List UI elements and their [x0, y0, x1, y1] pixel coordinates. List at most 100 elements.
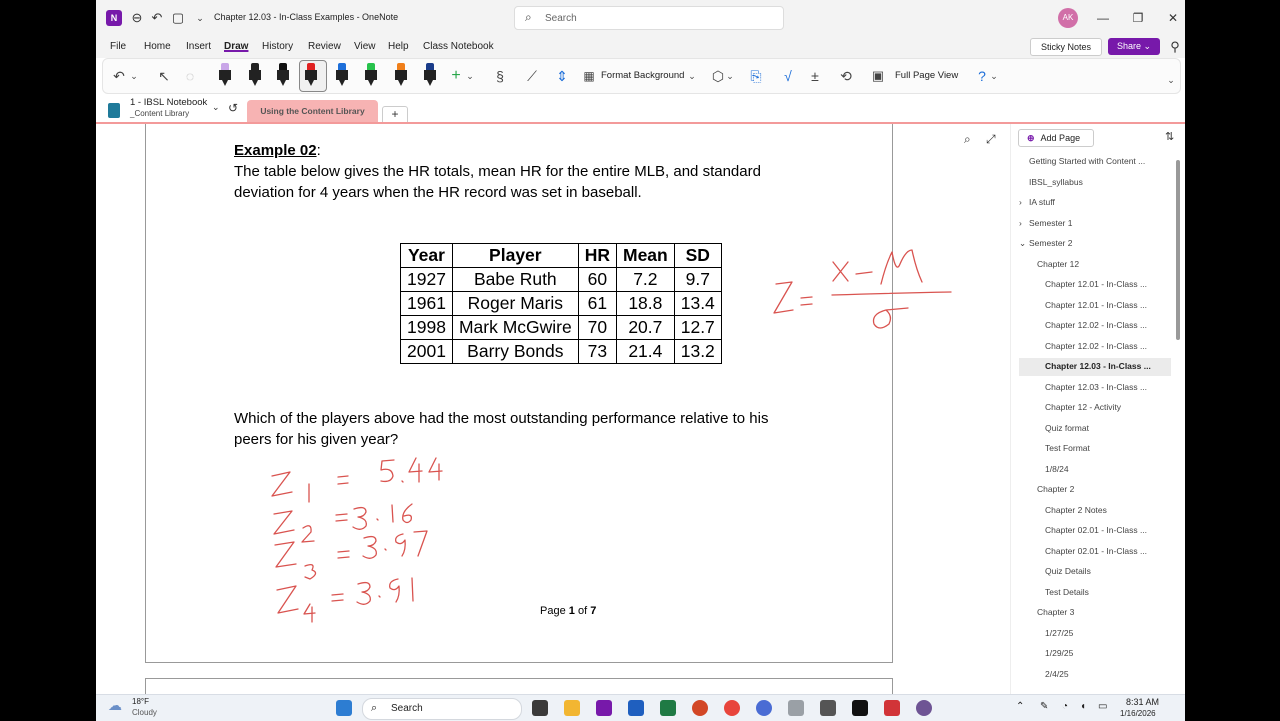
app-red-icon[interactable]	[884, 700, 900, 716]
task-view-icon[interactable]	[532, 700, 548, 716]
quick-access-dropdown-icon[interactable]: ⌄	[192, 10, 208, 26]
start-icon[interactable]	[336, 700, 352, 716]
pen-tray-icon[interactable]: ✎	[1040, 701, 1048, 712]
menu-history[interactable]: History	[262, 41, 293, 52]
notebook-dropdown-icon[interactable]: ⌄	[212, 102, 220, 113]
ribbon-expand-icon[interactable]: ⌄	[1165, 69, 1177, 91]
github-icon[interactable]	[916, 700, 932, 716]
powerpoint-icon[interactable]	[692, 700, 708, 716]
dock-icon[interactable]: ▢	[170, 10, 186, 26]
page-list-item[interactable]: Quiz format	[1045, 423, 1171, 433]
share-button[interactable]: Share ⌄	[1108, 38, 1160, 55]
close-icon[interactable]: ✕	[1163, 8, 1183, 28]
page-list-item[interactable]: Chapter 3	[1037, 607, 1171, 617]
app-icon[interactable]	[756, 700, 772, 716]
page-list-item[interactable]: Chapter 12	[1037, 259, 1171, 269]
volume-icon[interactable]: ◖	[1080, 701, 1086, 712]
math-icon[interactable]: ±	[806, 65, 824, 87]
outlook-icon[interactable]	[628, 700, 644, 716]
ink-to-shape-icon[interactable]: §	[491, 65, 509, 87]
pen-red-icon[interactable]	[305, 63, 317, 87]
pages-scrollbar[interactable]	[1176, 160, 1180, 340]
pen-orange-icon[interactable]	[395, 63, 407, 87]
add-page-button[interactable]: ⊕ Add Page	[1018, 129, 1094, 147]
ruler-icon[interactable]: ⟋	[523, 65, 541, 87]
page-list-item[interactable]: Semester 2	[1029, 238, 1171, 248]
page-list-item[interactable]: Quiz Details	[1045, 566, 1171, 576]
section-chevron-icon[interactable]: ›	[1019, 218, 1022, 228]
page-list-item[interactable]: Chapter 02.01 - In-Class ...	[1045, 546, 1171, 556]
battery-icon[interactable]: ▭	[1098, 701, 1107, 712]
weather-temp[interactable]: 18°F	[132, 697, 149, 706]
page-list-item[interactable]: Test Format	[1045, 443, 1171, 453]
menu-view[interactable]: View	[354, 41, 376, 52]
section-tab-content-library[interactable]: Using the Content Library	[247, 100, 378, 122]
back-icon[interactable]: ⊖	[129, 10, 145, 26]
maximize-icon[interactable]: ❐	[1128, 8, 1148, 28]
page-list-item[interactable]: 1/8/24	[1045, 464, 1171, 474]
undo-icon[interactable]: ↶	[149, 10, 165, 26]
page-list-item[interactable]: Chapter 12.03 - In-Class ...	[1045, 382, 1171, 392]
clock-time[interactable]: 8:31 AM	[1126, 697, 1159, 707]
full-page-view-label[interactable]: Full Page View	[895, 70, 958, 81]
menu-draw[interactable]: Draw	[224, 41, 248, 52]
add-pen-icon[interactable]: +	[447, 65, 465, 87]
page-list-item[interactable]: Test Details	[1045, 587, 1171, 597]
page-list-item[interactable]: Chapter 2	[1037, 484, 1171, 494]
select-pointer-icon[interactable]: ↖	[155, 65, 173, 87]
page-list-item[interactable]: 2/4/25	[1045, 669, 1171, 679]
sticky-notes-button[interactable]: Sticky Notes	[1030, 38, 1102, 56]
taskbar-search[interactable]: ⌕ Search	[362, 698, 522, 720]
canvas-expand-icon[interactable]: ⤢	[986, 132, 996, 147]
page-list-item[interactable]: Chapter 12.02 - In-Class ...	[1045, 341, 1171, 351]
page-list-item[interactable]: Getting Started with Content ...	[1029, 156, 1171, 166]
ink-replay-icon[interactable]: ⟲	[837, 65, 855, 87]
add-pen-dropdown-icon[interactable]: ⌄	[465, 65, 475, 87]
page-list-item[interactable]: Chapter 12 - Activity	[1045, 402, 1171, 412]
search-box[interactable]: ⌕ Search	[514, 6, 784, 30]
excel-icon[interactable]	[660, 700, 676, 716]
add-space-icon[interactable]: ⇕	[553, 65, 571, 87]
highlighter-lavender-icon[interactable]	[219, 63, 231, 87]
highlighter-green-icon[interactable]	[365, 63, 377, 87]
notebook-name[interactable]: 1 - IBSL Notebook	[130, 97, 207, 108]
page-list-item[interactable]: Chapter 12.01 - In-Class ...	[1045, 300, 1171, 310]
menu-home[interactable]: Home	[144, 41, 171, 52]
pycharm-icon[interactable]	[852, 700, 868, 716]
onenote-taskbar-icon[interactable]	[596, 700, 612, 716]
ink-to-text-icon[interactable]: ⎘	[747, 65, 765, 87]
menu-insert[interactable]: Insert	[186, 41, 211, 52]
pencil-icon[interactable]	[249, 63, 261, 87]
wifi-icon[interactable]: ◔	[1062, 701, 1068, 712]
sort-pages-icon[interactable]: ⇅	[1165, 130, 1174, 143]
navigation-back-icon[interactable]: ↺	[228, 101, 238, 115]
settings-gear-icon[interactable]	[820, 700, 836, 716]
undo-dropdown-icon[interactable]: ⌄	[129, 65, 139, 87]
note-canvas[interactable]: Example 02: The table below gives the HR…	[96, 124, 1010, 699]
notepad-icon[interactable]	[788, 700, 804, 716]
menu-class-notebook[interactable]: Class Notebook	[423, 41, 494, 52]
ink-layer[interactable]	[96, 124, 1010, 694]
menu-review[interactable]: Review	[308, 41, 341, 52]
page-list-item[interactable]: Chapter 12.03 - In-Class ...	[1045, 361, 1171, 371]
avatar[interactable]: AK	[1058, 8, 1078, 28]
section-chevron-icon[interactable]: ›	[1019, 197, 1022, 207]
feedback-icon[interactable]: ⚲	[1167, 39, 1183, 55]
pen-black-icon[interactable]	[277, 63, 289, 87]
page-list-item[interactable]: Chapter 2 Notes	[1045, 505, 1171, 515]
minimize-icon[interactable]: —	[1093, 8, 1113, 28]
file-explorer-icon[interactable]	[564, 700, 580, 716]
page-list-item[interactable]: IA stuff	[1029, 197, 1171, 207]
section-chevron-icon[interactable]: ⌄	[1019, 238, 1026, 249]
format-background-label[interactable]: Format Background	[601, 70, 684, 81]
format-background-dropdown-icon[interactable]: ⌄	[687, 65, 697, 87]
menu-file[interactable]: File	[110, 41, 126, 52]
page-list-item[interactable]: Chapter 12.02 - In-Class ...	[1045, 320, 1171, 330]
full-page-view-icon[interactable]: ▣	[869, 65, 887, 87]
shapes-dropdown-icon[interactable]: ⌄	[725, 65, 735, 87]
page-list-item[interactable]: IBSL_syllabus	[1029, 177, 1171, 187]
tray-chevron-icon[interactable]: ⌃	[1016, 701, 1024, 712]
pen-blue-icon[interactable]	[336, 63, 348, 87]
menu-help[interactable]: Help	[388, 41, 409, 52]
ink-to-math-icon[interactable]: √	[779, 65, 797, 87]
